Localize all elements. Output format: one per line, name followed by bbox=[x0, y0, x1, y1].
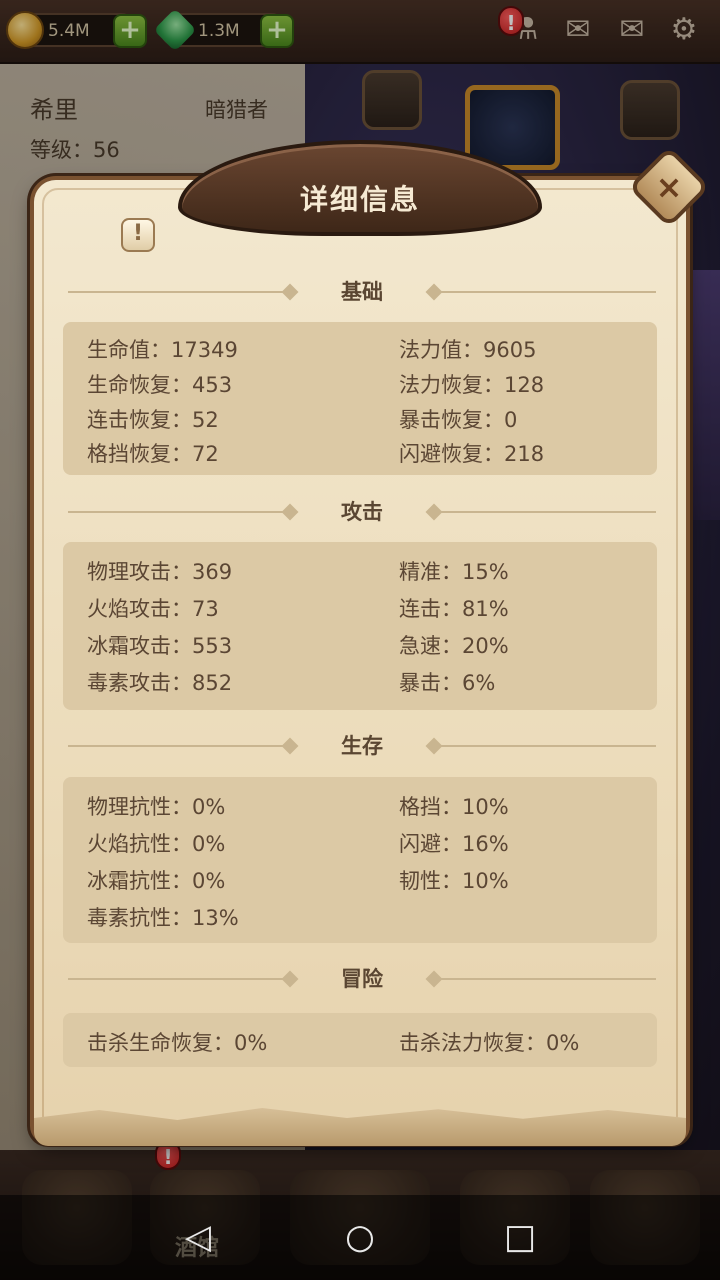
stat-mp-regen: 法力恢复：128 bbox=[399, 373, 545, 397]
stat-dodge: 闪避：16% bbox=[399, 832, 509, 856]
stat-accuracy: 精准：15% bbox=[399, 560, 509, 584]
stats-box-attack: 物理攻击：369 精准：15% 火焰攻击：73 连击：81% 冰霜攻击：553 … bbox=[63, 542, 657, 710]
stat-crit: 暴击：6% bbox=[399, 671, 496, 695]
section-title: 基础 bbox=[341, 280, 383, 304]
section-title: 冒险 bbox=[341, 967, 383, 991]
stat-frost-attack: 冰霜攻击：553 bbox=[87, 634, 233, 658]
back-button[interactable]: ◁ bbox=[178, 1217, 218, 1257]
stat-poison-attack: 毒素攻击：852 bbox=[87, 671, 233, 695]
stat-kill-hp-regen: 击杀生命恢复：0% bbox=[87, 1031, 268, 1055]
stat-haste: 急速：20% bbox=[399, 634, 509, 658]
stat-toughness: 韧性：10% bbox=[399, 869, 509, 893]
section-header-attack: 攻击 bbox=[68, 497, 656, 527]
stat-physical-resist: 物理抗性：0% bbox=[87, 795, 226, 819]
stat-combo-regen: 连击恢复：52 bbox=[87, 408, 219, 432]
section-title: 生存 bbox=[341, 734, 383, 758]
stat-crit-regen: 暴击恢复：0 bbox=[399, 408, 518, 432]
close-icon[interactable]: × bbox=[640, 158, 698, 216]
stat-block-regen: 格挡恢复：72 bbox=[87, 442, 219, 466]
stat-dodge-regen: 闪避恢复：218 bbox=[399, 442, 545, 466]
stat-fire-attack: 火焰攻击：73 bbox=[87, 597, 219, 621]
stat-block: 格挡：10% bbox=[399, 795, 509, 819]
section-header-basic: 基础 bbox=[68, 277, 656, 307]
stats-box-survival: 物理抗性：0% 格挡：10% 火焰抗性：0% 闪避：16% 冰霜抗性：0% 韧性… bbox=[63, 777, 657, 943]
stat-combo: 连击：81% bbox=[399, 597, 509, 621]
section-header-survival: 生存 bbox=[68, 731, 656, 761]
stat-hp: 生命值：17349 bbox=[87, 338, 238, 362]
stats-box-adventure: 击杀生命恢复：0% 击杀法力恢复：0% bbox=[63, 1013, 657, 1067]
android-navigation-bar: ◁ ○ □ bbox=[0, 1195, 720, 1280]
recent-apps-button[interactable]: □ bbox=[500, 1217, 540, 1257]
stat-poison-resist: 毒素抗性：13% bbox=[87, 906, 239, 930]
stat-kill-mp-regen: 击杀法力恢复：0% bbox=[399, 1031, 580, 1055]
stat-mp: 法力值：9605 bbox=[399, 338, 537, 362]
stat-frost-resist: 冰霜抗性：0% bbox=[87, 869, 226, 893]
info-button[interactable]: ! bbox=[121, 218, 155, 252]
section-title: 攻击 bbox=[341, 500, 383, 524]
stat-hp-regen: 生命恢复：453 bbox=[87, 373, 233, 397]
stats-box-basic: 生命值：17349 法力值：9605 生命恢复：453 法力恢复：128 连击恢… bbox=[63, 322, 657, 475]
stat-fire-resist: 火焰抗性：0% bbox=[87, 832, 226, 856]
stat-physical-attack: 物理攻击：369 bbox=[87, 560, 233, 584]
home-button[interactable]: ○ bbox=[340, 1217, 380, 1257]
section-header-adventure: 冒险 bbox=[68, 964, 656, 994]
dialog-title: 详细信息 bbox=[299, 183, 420, 216]
